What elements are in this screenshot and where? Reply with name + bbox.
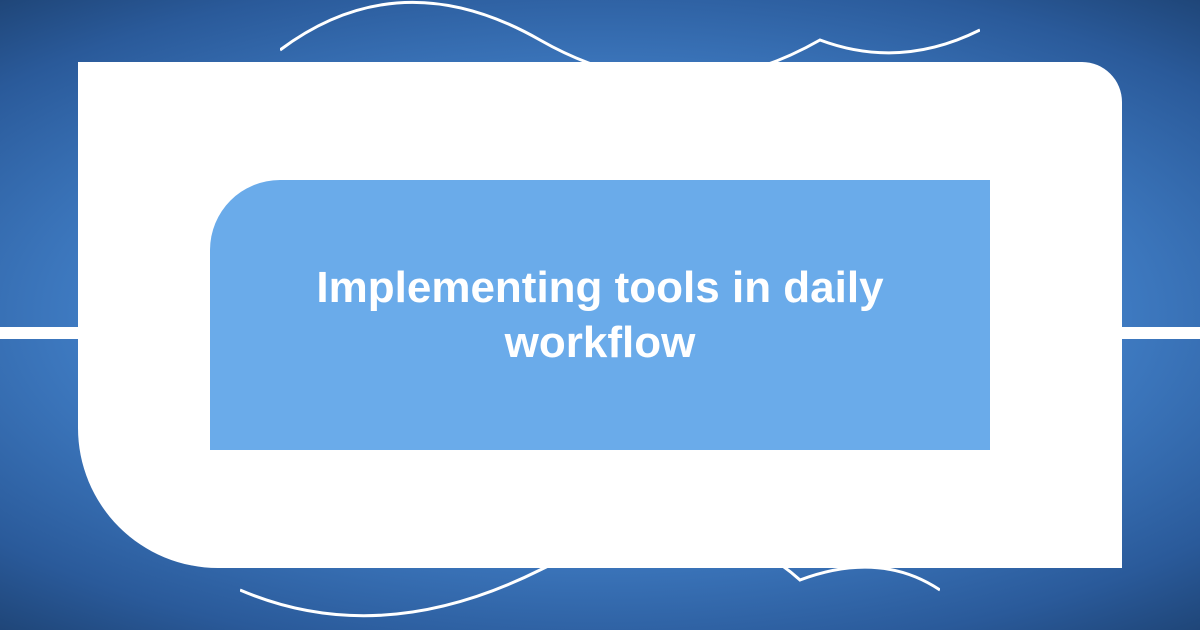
card-title: Implementing tools in daily workflow (270, 260, 930, 370)
inner-blue-card: Implementing tools in daily workflow (210, 180, 990, 450)
